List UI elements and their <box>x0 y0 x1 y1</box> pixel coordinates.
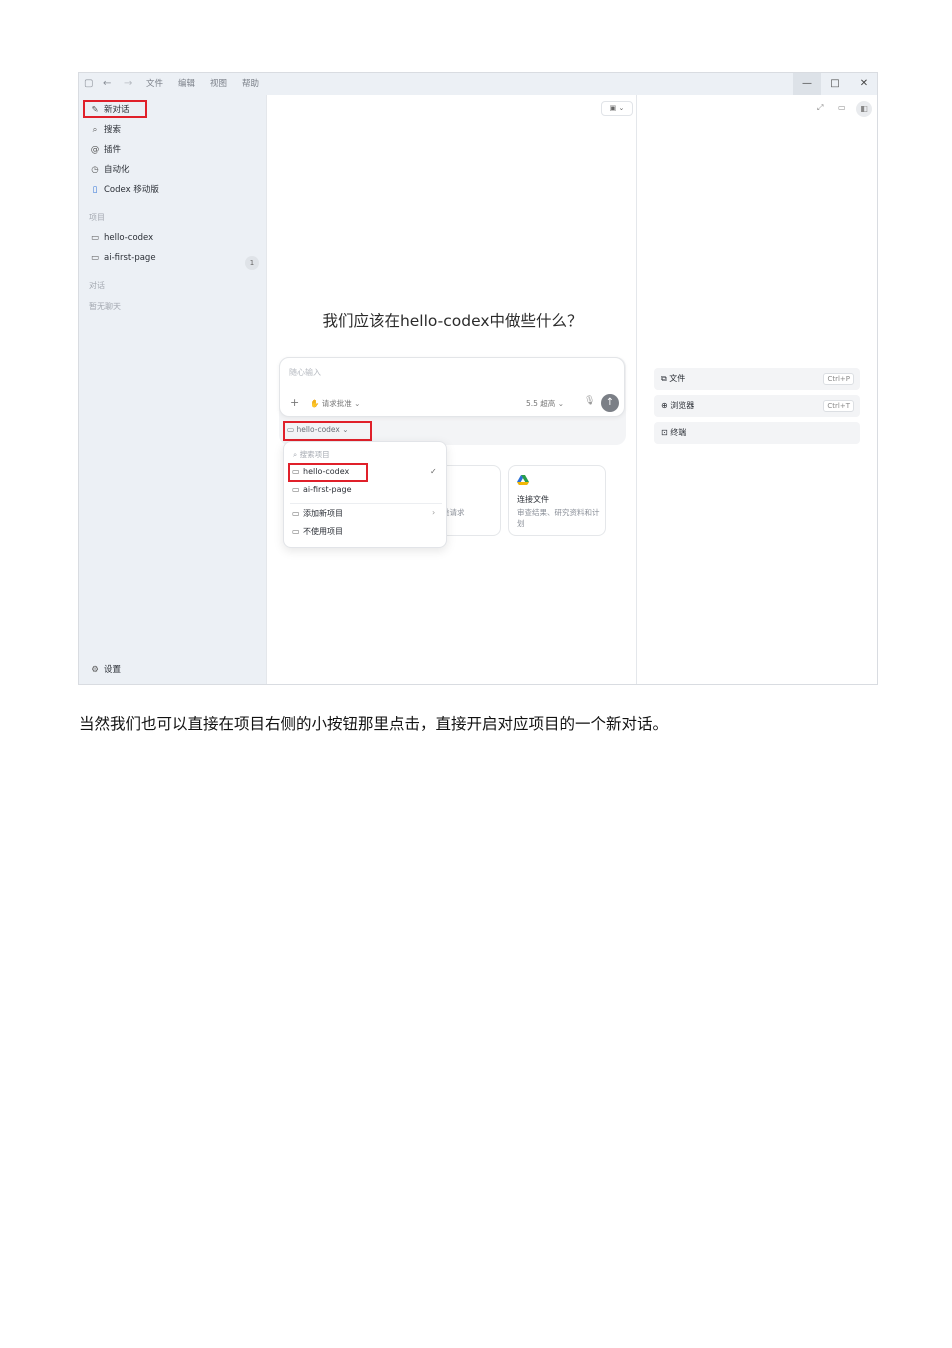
sidebar-item-mobile[interactable]: ▯ Codex 移动版 <box>89 182 159 198</box>
open-file-row[interactable]: ⧉ 文件 Ctrl+P <box>654 368 860 390</box>
project-dropdown: ⌕ 搜索项目 ▭ hello-codex ✓ ▭ ai-first-page ▭ 添加… <box>283 441 447 548</box>
mobile-icon: ▯ <box>92 185 98 195</box>
send-button[interactable]: ↑ <box>601 394 619 412</box>
permission-selector[interactable]: ✋ 请求批准 ⌄ <box>310 398 360 409</box>
project-label: ai-first-page <box>104 253 156 263</box>
expand-icon[interactable]: ⤢ <box>817 103 823 113</box>
model-label: 5.5 超高 <box>526 399 556 408</box>
folder-off-icon: ▭ <box>292 527 300 536</box>
project-option-label: ai-first-page <box>303 485 352 494</box>
sidebar-item-settings[interactable]: ⚙ 设置 <box>89 662 121 678</box>
sidebar-item-label: 搜索 <box>104 125 122 135</box>
page-title: 我们应该在hello-codex中做些什么？ <box>322 312 583 330</box>
shortcut-badge: Ctrl+P <box>823 373 854 385</box>
highlight-box <box>288 463 368 482</box>
sidebar-item-label: 设置 <box>104 665 122 675</box>
sidebar-project-hello-codex[interactable]: ▭ hello-codex <box>89 230 153 246</box>
maximize-button[interactable]: □ <box>821 73 849 95</box>
search-placeholder: 搜索项目 <box>299 450 330 459</box>
project-label: hello-codex <box>104 233 154 243</box>
panel-toggle-icon[interactable]: ◧ <box>856 101 872 117</box>
model-selector[interactable]: 5.5 超高 ⌄ <box>526 398 564 409</box>
add-attachment-button[interactable]: + <box>290 396 299 409</box>
image-icon: ▣ <box>609 104 617 112</box>
open-browser-row[interactable]: ⊕ 浏览器 Ctrl+T <box>654 395 860 417</box>
sidebar-item-plugins[interactable]: @ 插件 <box>89 142 121 158</box>
globe-icon: ⊕ <box>661 401 668 410</box>
row-label: 浏览器 <box>670 401 695 410</box>
chevron-right-icon: › <box>432 508 436 517</box>
caption-text: 当然我们也可以直接在项目右侧的小按钮那里点击，直接开启对应项目的一个新对话。 <box>79 715 669 733</box>
folder-icon: ▭ <box>90 233 100 243</box>
forward-arrow-icon[interactable]: → <box>124 77 132 91</box>
clock-icon: ◷ <box>91 165 99 175</box>
highlight-box <box>83 100 147 118</box>
menu-view[interactable]: 视图 <box>210 78 227 90</box>
option-label: 添加新项目 <box>303 509 343 518</box>
project-badge[interactable]: 1 <box>245 256 259 270</box>
row-label: 文件 <box>669 374 686 383</box>
menu-file[interactable]: 文件 <box>146 78 163 90</box>
sidebar-item-label: 插件 <box>104 145 122 155</box>
card-title: 连接文件 <box>517 495 549 504</box>
gear-icon: ⚙ <box>91 665 99 675</box>
conversations-heading: 对话 <box>89 281 105 290</box>
sidebar-item-automation[interactable]: ◷ 自动化 <box>89 162 130 178</box>
mode-selector[interactable]: ▣ ⌄ <box>601 101 633 116</box>
projects-heading: 项目 <box>89 213 105 222</box>
folder-icon: ▭ <box>90 253 100 263</box>
chevron-down-icon: ⌄ <box>618 104 625 112</box>
row-label: 终端 <box>670 428 687 437</box>
add-project-option[interactable]: ▭ 添加新项目 <box>292 508 343 519</box>
right-panel: ⤢ ▭ ◧ ⧉ 文件 Ctrl+P ⊕ 浏览器 Ctrl+T ⊡ 终端 <box>637 95 877 684</box>
search-icon: ⌕ <box>293 450 298 459</box>
chevron-down-icon: ⌄ <box>557 399 564 408</box>
search-icon: ⌕ <box>92 125 98 135</box>
main-panel: ▣ ⌄ 我们应该在hello-codex中做些什么？ 随心输入 + ✋ 请求批准… <box>266 95 637 684</box>
no-chats-text: 暂无聊天 <box>89 302 121 311</box>
minimize-button[interactable]: — <box>793 73 821 95</box>
microphone-icon[interactable]: 🎙 <box>584 396 595 406</box>
no-project-option[interactable]: ▭ 不使用项目 <box>292 526 343 537</box>
open-terminal-row[interactable]: ⊡ 终端 <box>654 422 860 444</box>
sidebar-project-ai-first-page[interactable]: ▭ ai-first-page <box>89 250 156 266</box>
check-icon: ✓ <box>430 467 437 476</box>
close-button[interactable]: ✕ <box>850 73 877 95</box>
composer: 随心输入 + ✋ 请求批准 ⌄ 5.5 超高 ⌄ 🎙 ↑ <box>279 357 625 417</box>
chevron-down-icon: ⌄ <box>354 399 361 408</box>
back-arrow-icon[interactable]: ← <box>103 77 111 91</box>
highlight-box <box>283 421 372 441</box>
plugin-icon: @ <box>90 145 100 155</box>
divider <box>290 503 442 504</box>
shortcut-badge: Ctrl+T <box>823 400 854 412</box>
title-bar: ▢ ← → 文件 编辑 视图 帮助 — □ ✕ <box>79 73 877 95</box>
permission-label: 请求批准 <box>321 399 352 408</box>
suggestion-card-connect-files[interactable]: 连接文件 审查结果、研究资料和计划 <box>508 465 606 536</box>
menu-help[interactable]: 帮助 <box>242 78 259 90</box>
dropdown-project-ai-first-page[interactable]: ▭ ai-first-page <box>292 485 352 494</box>
menu-edit[interactable]: 编辑 <box>178 78 195 90</box>
app-screenshot: ▢ ← → 文件 编辑 视图 帮助 — □ ✕ ✎ 新对话 ⌕ 搜索 @ 插件 ◷ 自动… <box>78 72 878 685</box>
file-icon: ⧉ <box>661 374 667 383</box>
drive-logo-icon <box>517 475 529 485</box>
sidebar: ✎ 新对话 ⌕ 搜索 @ 插件 ◷ 自动化 ▯ Codex 移动版 项目 ▭ hello-c… <box>79 95 266 684</box>
sidebar-item-label: 自动化 <box>104 165 130 175</box>
hand-icon: ✋ <box>310 399 320 408</box>
chat-icon[interactable]: ▭ <box>838 103 846 112</box>
folder-icon: ▭ <box>292 485 300 494</box>
option-label: 不使用项目 <box>303 527 343 536</box>
card-description: 审查结果、研究资料和计划 <box>517 508 600 528</box>
sidebar-toggle-icon[interactable]: ▢ <box>84 77 93 91</box>
project-search-input[interactable]: ⌕ 搜索项目 <box>293 449 330 460</box>
sidebar-item-label: Codex 移动版 <box>104 185 159 195</box>
terminal-icon: ⊡ <box>661 428 668 437</box>
prompt-input[interactable]: 随心输入 <box>289 367 321 378</box>
folder-plus-icon: ▭ <box>292 509 300 518</box>
sidebar-item-search[interactable]: ⌕ 搜索 <box>89 122 121 138</box>
